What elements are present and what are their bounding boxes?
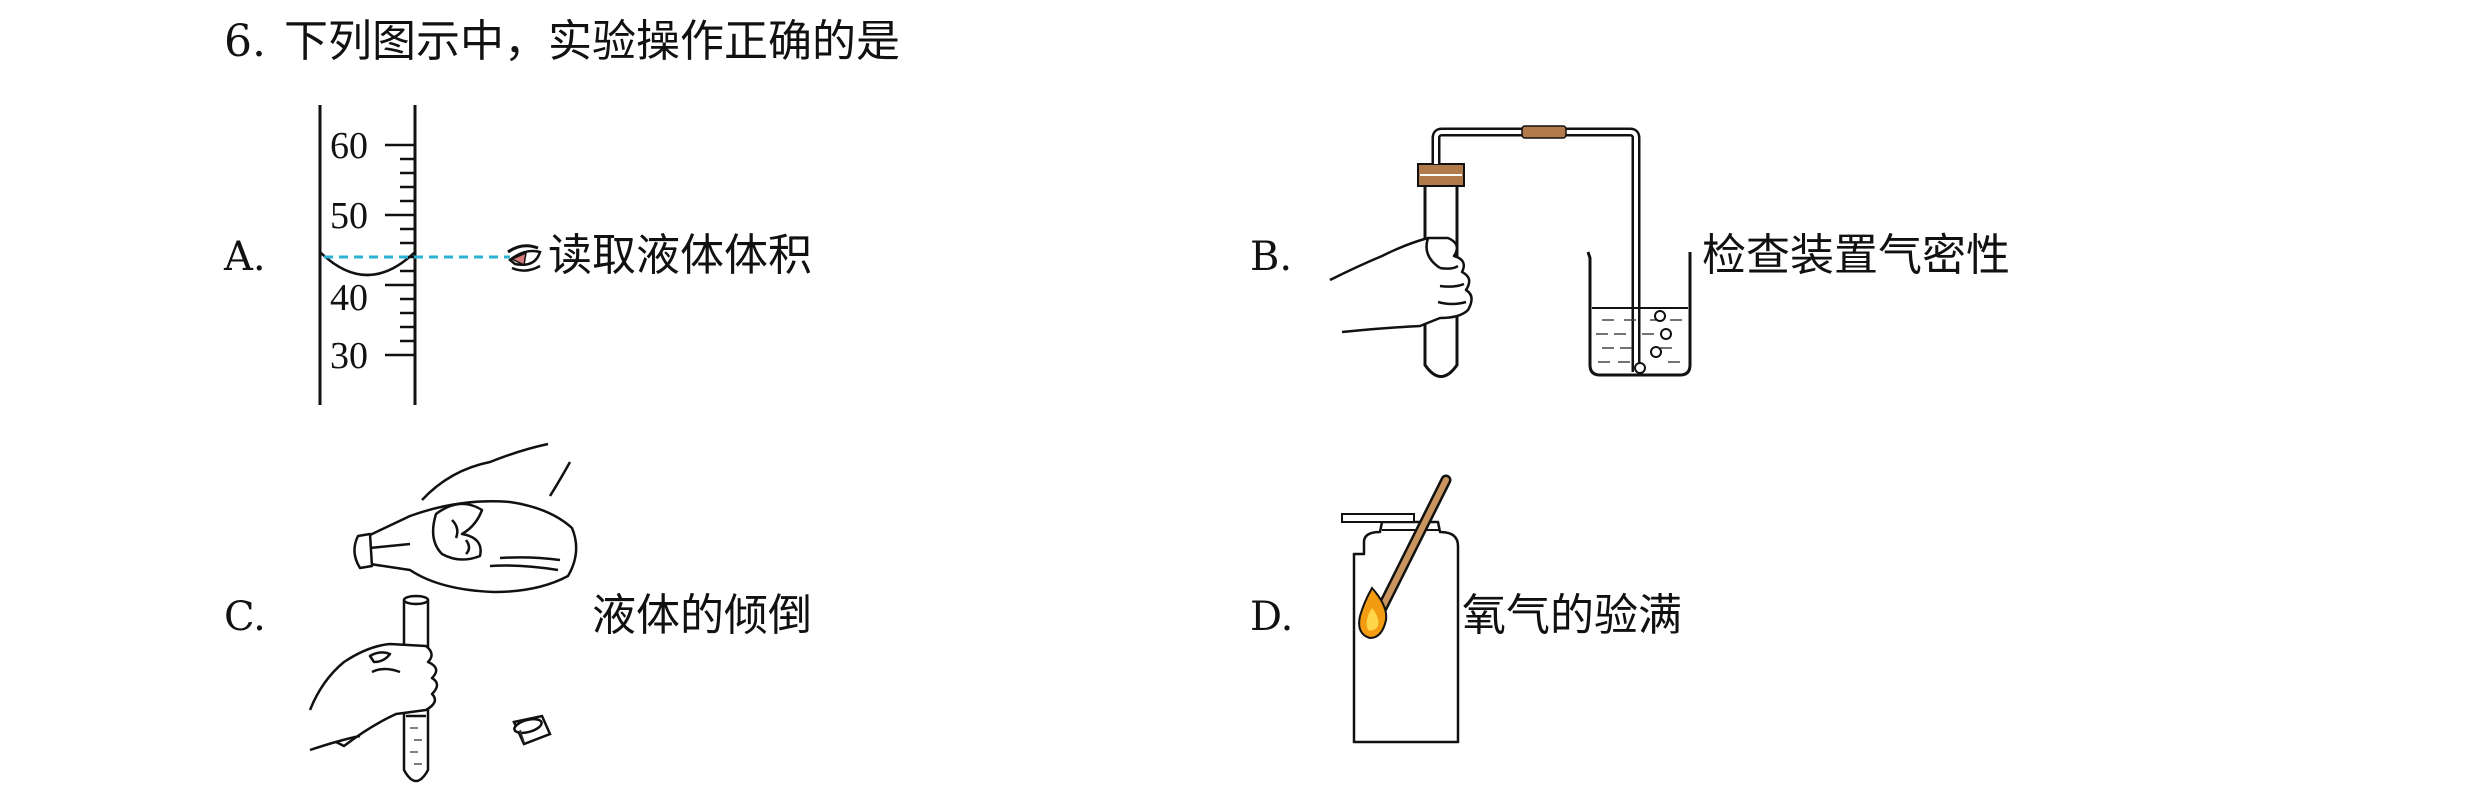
scale-label-30: 30 — [330, 335, 368, 377]
scale-label-60: 60 — [330, 125, 368, 167]
option-c-caption: 液体的倾倒 — [592, 590, 812, 641]
scale-label-50: 50 — [330, 195, 368, 237]
question-title: 6. 下列图示中，实验操作正确的是 — [224, 14, 900, 70]
bottle-stopper-on-table — [512, 714, 552, 746]
option-a-letter: A. — [224, 234, 266, 280]
hand-icon — [1329, 236, 1473, 334]
option-b-caption: 检查装置气密性 — [1702, 230, 2010, 281]
option-b-figure-airtightness-apparatus — [1329, 125, 1692, 378]
question-number: 6. — [224, 16, 266, 67]
scale-label-40: 40 — [330, 277, 368, 319]
option-d-caption: 氧气的验满 — [1462, 590, 1682, 641]
option-a-caption: 读取液体体积 — [548, 230, 812, 281]
cylinder-scale-ticks — [385, 143, 415, 357]
option-d-letter: D. — [1250, 594, 1294, 640]
delivery-tube — [1431, 127, 1641, 372]
option-a-figure-graduated-cylinder: 60 50 40 30 — [318, 105, 542, 405]
option-b-letter: B. — [1250, 234, 1293, 280]
option-c-figure-pouring-liquid — [308, 442, 578, 783]
glass-cover-plate — [1341, 513, 1415, 523]
question-text: 下列图示中，实验操作正确的是 — [283, 16, 900, 67]
eye-icon — [507, 244, 542, 272]
option-c-letter: C. — [224, 594, 266, 640]
rubber-connector — [1521, 125, 1567, 139]
